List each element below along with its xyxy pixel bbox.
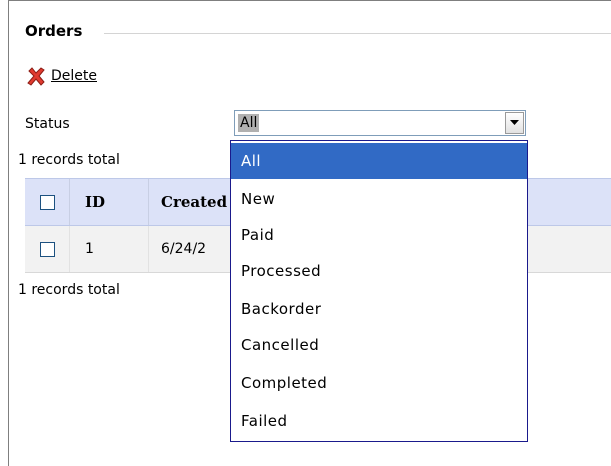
select-all-checkbox[interactable] <box>39 194 55 210</box>
cell-id: 1 <box>69 226 149 272</box>
header-checkbox-cell <box>25 179 70 225</box>
status-option-failed[interactable]: Failed <box>231 403 527 439</box>
status-option-completed[interactable]: Completed <box>231 365 527 401</box>
column-header-created[interactable]: Created <box>149 179 227 225</box>
status-option-paid[interactable]: Paid <box>231 217 527 253</box>
section-title: Orders <box>25 22 83 40</box>
status-option-backorder[interactable]: Backorder <box>231 291 527 327</box>
status-select[interactable]: All <box>234 110 526 136</box>
status-dropdown-list[interactable]: All New Paid Processed Backorder Cancell… <box>230 140 528 442</box>
column-header-id[interactable]: ID <box>69 179 149 225</box>
status-option-new[interactable]: New <box>231 181 527 217</box>
dropdown-arrow-button[interactable] <box>505 112 524 134</box>
status-select-value: All <box>238 114 260 132</box>
records-total-bottom: 1 records total <box>18 282 120 298</box>
cell-created: 6/24/2 <box>161 241 207 257</box>
delete-x-icon <box>27 67 45 86</box>
status-option-cancelled[interactable]: Cancelled <box>231 327 527 363</box>
chevron-down-icon <box>510 120 519 125</box>
row-checkbox-cell <box>25 226 70 272</box>
delete-button[interactable]: Delete <box>25 64 97 88</box>
status-option-all[interactable]: All <box>231 143 527 179</box>
status-option-processed[interactable]: Processed <box>231 253 527 289</box>
records-total-top: 1 records total <box>18 152 120 168</box>
status-label: Status <box>25 116 70 132</box>
delete-label[interactable]: Delete <box>51 68 97 84</box>
row-checkbox[interactable] <box>39 241 55 257</box>
section-divider <box>104 33 611 34</box>
